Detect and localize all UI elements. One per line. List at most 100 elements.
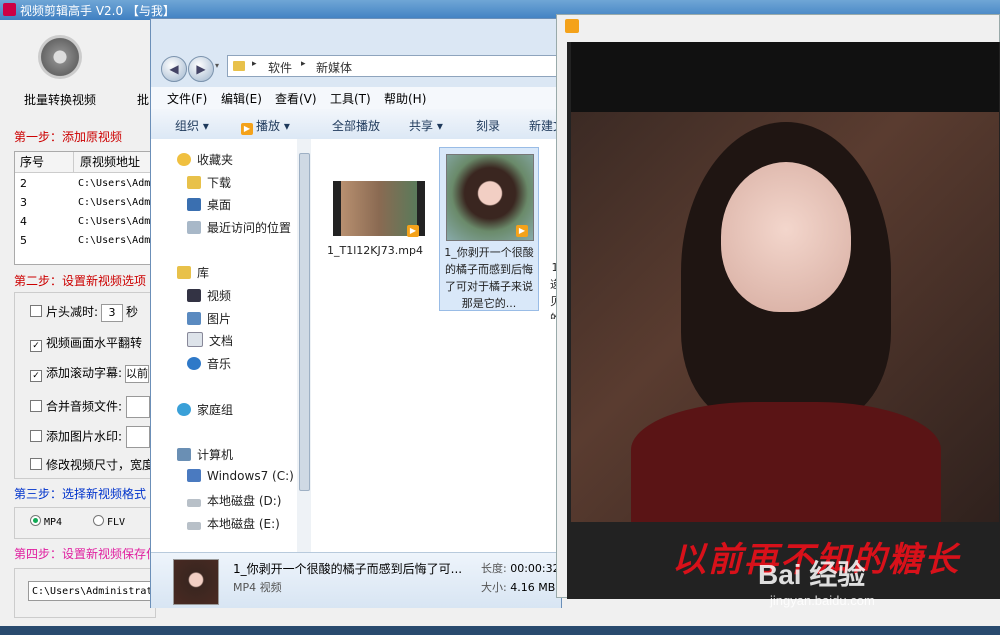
subtitle-checkbox[interactable]: ✓ <box>30 370 42 382</box>
downloads-folder-icon <box>187 176 201 189</box>
nav-favorites[interactable]: 收藏夹 <box>177 151 233 168</box>
step1-heading: 第一步：添加原视频 <box>14 130 123 144</box>
nav-drive-d[interactable]: 本地磁盘 (D:) <box>187 492 281 509</box>
nav-documents[interactable]: 文档 <box>187 332 233 349</box>
breadcrumb-item[interactable]: 新媒体 <box>316 59 352 76</box>
table-row[interactable]: 3 C:\Users\Adm <box>15 193 155 212</box>
breadcrumb-separator-icon: ▸ <box>252 59 257 69</box>
file-name: 1_T1l12KJ73.mp4 <box>327 244 423 257</box>
nav-scrollbar[interactable] <box>297 139 311 552</box>
radio-icon <box>93 515 104 526</box>
breadcrumb-item[interactable]: 软件 <box>268 59 292 76</box>
format-mp4-radio[interactable]: MP4 <box>30 515 62 528</box>
trim-option[interactable]: 片头减时: 3 秒 <box>30 303 138 322</box>
play-button[interactable]: ▶ 播放 ▾ <box>241 117 290 135</box>
organize-button[interactable]: 组织 ▾ <box>175 117 209 134</box>
radio-selected-icon <box>30 515 41 526</box>
nav-downloads[interactable]: 下载 <box>187 174 231 191</box>
table-row[interactable]: 5 C:\Users\Adm <box>15 231 155 250</box>
subtitle-text-input[interactable]: 以前 <box>125 365 150 383</box>
desktop-icon <box>187 198 201 211</box>
audio-file-input[interactable] <box>126 396 151 418</box>
recent-places-icon <box>187 221 201 234</box>
nav-libraries[interactable]: 库 <box>177 264 209 281</box>
table-row[interactable]: 2 C:\Users\Adm <box>15 174 155 193</box>
explorer-window: ◀ ▶ ▾ ▸ 软件 ▸ 新媒体 文件(F) 编辑(E) 查看(V) 工具(T)… <box>150 18 567 608</box>
nav-computer[interactable]: 计算机 <box>177 446 233 463</box>
nav-drive-e[interactable]: 本地磁盘 (E:) <box>187 515 280 532</box>
film-reel-icon <box>38 35 82 79</box>
pictures-icon <box>187 312 201 325</box>
trim-checkbox[interactable] <box>30 305 42 317</box>
step3-heading: 第三步：选择新视频格式 <box>14 487 147 501</box>
navigation-bar: ◀ ▶ ▾ ▸ 软件 ▸ 新媒体 <box>151 43 567 87</box>
hard-drive-icon <box>187 522 201 530</box>
nav-drive-c[interactable]: Windows7 (C:) <box>187 469 294 483</box>
menu-edit[interactable]: 编辑(E) <box>221 90 262 107</box>
history-dropdown-icon[interactable]: ▾ <box>215 61 219 70</box>
folder-icon <box>233 61 245 71</box>
flip-checkbox[interactable]: ✓ <box>30 340 42 352</box>
resize-checkbox[interactable] <box>30 458 42 470</box>
shirt-shape <box>631 402 941 522</box>
watermark-option[interactable]: 添加图片水印: <box>30 426 151 448</box>
homegroup-icon <box>177 403 191 416</box>
subtitle-option[interactable]: ✓ 添加滚动字幕: 以前 <box>30 364 152 383</box>
app-icon <box>3 3 16 16</box>
play-all-button[interactable]: 全部播放 <box>332 117 380 134</box>
forward-button[interactable]: ▶ <box>188 56 214 82</box>
source-video-table[interactable]: 序号 原视频地址 2 C:\Users\Adm 3 C:\Users\Adm 4 C:… <box>14 151 162 265</box>
save-panel: C:\Users\Administrat <box>14 568 156 618</box>
col-header-path: 原视频地址 <box>73 152 162 173</box>
hard-drive-icon <box>187 499 201 507</box>
video-library-icon <box>187 289 201 302</box>
details-file-name: 1_你剥开一个很酸的橘子而感到后悔了可... <box>233 562 463 576</box>
menu-file[interactable]: 文件(F) <box>167 90 207 107</box>
col-header-index: 序号 <box>15 152 78 173</box>
audio-checkbox[interactable] <box>30 399 42 412</box>
menu-tools[interactable]: 工具(T) <box>330 90 371 107</box>
nav-music[interactable]: 音乐 <box>187 355 231 372</box>
face-shape <box>721 162 851 312</box>
back-button[interactable]: ◀ <box>161 56 187 82</box>
flip-option[interactable]: ✓ 视频画面水平翻转 <box>30 334 142 352</box>
video-player-window: 以前再不知的糖长 <box>556 14 1000 599</box>
menu-bar: 文件(F) 编辑(E) 查看(V) 工具(T) 帮助(H) <box>151 87 561 109</box>
windows-drive-icon <box>187 469 201 482</box>
documents-icon <box>187 332 203 347</box>
video-area[interactable]: 以前再不知的糖长 <box>567 42 1000 599</box>
nav-videos[interactable]: 视频 <box>187 287 231 304</box>
breadcrumb-separator-icon: ▸ <box>301 59 306 69</box>
table-row[interactable]: 4 C:\Users\Adm <box>15 212 155 231</box>
trim-seconds-input[interactable]: 3 <box>101 304 124 322</box>
watermark-checkbox[interactable] <box>30 429 42 442</box>
player-app-icon <box>565 19 579 33</box>
burn-button[interactable]: 刻录 <box>476 117 500 134</box>
nav-pictures[interactable]: 图片 <box>187 310 231 327</box>
batch-convert-label: 批量转换视频 <box>24 93 97 107</box>
command-bar: 组织 ▾ ▶ 播放 ▾ 全部播放 共享 ▾ 刻录 新建文 <box>151 109 565 140</box>
save-path-input[interactable]: C:\Users\Administrat <box>28 581 153 601</box>
app-title: 视频剪辑高手 V2.0 【与我】 <box>20 4 175 18</box>
format-flv-radio[interactable]: FLV <box>93 515 125 528</box>
resize-option[interactable]: 修改视频尺寸，宽度 <box>30 456 154 473</box>
video-frame <box>571 112 999 522</box>
file-name: 1_你剥开一个很酸的橘子而感到后悔了可对于橘子来说那是它的... <box>444 246 534 310</box>
watermark-file-input[interactable] <box>126 426 151 448</box>
menu-help[interactable]: 帮助(H) <box>384 90 426 107</box>
video-badge-icon: ▶ <box>407 225 419 237</box>
scrollbar-thumb[interactable] <box>299 153 310 491</box>
video-badge-icon: ▶ <box>516 225 528 237</box>
audio-option[interactable]: 合并音频文件: <box>30 396 151 418</box>
star-icon <box>177 153 191 166</box>
nav-recent[interactable]: 最近访问的位置 <box>187 219 291 236</box>
file-item-selected[interactable]: ▶ 1_你剥开一个很酸的橘子而感到后悔了可对于橘子来说那是它的... <box>439 147 539 311</box>
batch-convert-button[interactable]: 批量转换视频 <box>22 33 102 113</box>
nav-desktop[interactable]: 桌面 <box>187 196 231 213</box>
music-icon <box>187 357 201 370</box>
share-button[interactable]: 共享 ▾ <box>409 117 443 134</box>
batch-tool-2-label[interactable]: 批 <box>137 91 149 108</box>
menu-view[interactable]: 查看(V) <box>275 90 317 107</box>
nav-homegroup[interactable]: 家庭组 <box>177 401 233 418</box>
address-bar[interactable]: ▸ 软件 ▸ 新媒体 <box>227 55 567 77</box>
